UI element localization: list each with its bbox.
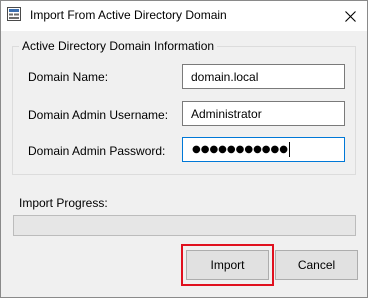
domain-name-label: Domain Name: xyxy=(28,70,109,84)
close-button[interactable] xyxy=(333,1,367,31)
import-dialog: Import From Active Directory Domain Acti… xyxy=(0,0,368,298)
text-caret xyxy=(288,142,290,157)
username-input[interactable] xyxy=(182,101,345,126)
import-button[interactable]: Import xyxy=(186,250,269,280)
username-label: Domain Admin Username: xyxy=(28,108,169,122)
password-label: Domain Admin Password: xyxy=(28,144,166,158)
import-app-icon xyxy=(7,7,21,21)
cancel-button[interactable]: Cancel xyxy=(275,250,358,280)
domain-name-input[interactable] xyxy=(182,64,345,89)
window-title: Import From Active Directory Domain xyxy=(30,8,227,22)
import-progress-bar xyxy=(13,215,356,236)
groupbox-legend: Active Directory Domain Information xyxy=(19,39,218,53)
password-input[interactable]: ●●●●●●●●●●● xyxy=(182,137,345,162)
password-mask: ●●●●●●●●●●● xyxy=(192,144,288,155)
close-icon xyxy=(344,10,356,22)
title-bar: Import From Active Directory Domain xyxy=(1,1,367,31)
import-progress-label: Import Progress: xyxy=(19,196,108,210)
